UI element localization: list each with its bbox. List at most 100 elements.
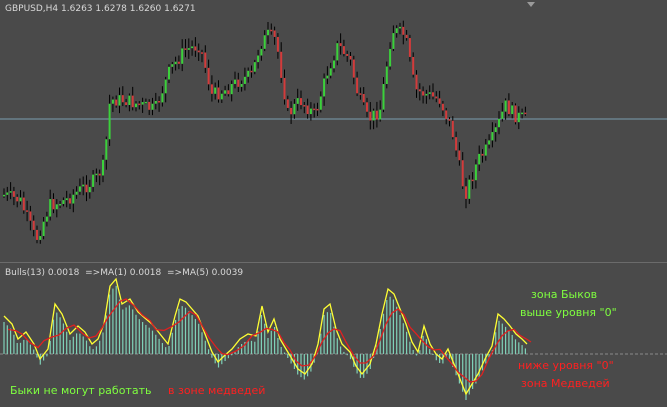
candle-body: [455, 137, 458, 151]
indicator-pane[interactable]: Bulls(13) 0.0018 =>MA(1) 0.0018 =>MA(5) …: [0, 264, 667, 407]
candle-body: [227, 90, 230, 95]
candle-body: [158, 100, 161, 103]
candle-body: [474, 164, 477, 181]
candle-body: [138, 103, 141, 106]
candle-body: [98, 173, 101, 176]
candle-body: [303, 105, 306, 107]
candle-body: [115, 99, 118, 106]
candle-body: [240, 83, 243, 87]
candle-body: [247, 70, 250, 77]
shift-marker-icon[interactable]: [0, 0, 667, 12]
candle-body: [128, 95, 131, 105]
candle-body: [336, 43, 339, 61]
candle-body: [385, 66, 388, 85]
candle-body: [201, 52, 203, 54]
in-bear-zone-label: в зоне медведей: [168, 384, 266, 397]
candle-body: [214, 87, 217, 94]
candle-body: [461, 160, 464, 187]
candle-body: [511, 105, 514, 115]
candle-body: [514, 105, 517, 123]
candle-body: [276, 36, 279, 52]
candle-body: [3, 194, 5, 197]
candle-body: [399, 26, 401, 29]
candle-body: [517, 112, 520, 123]
candle-body: [342, 46, 345, 54]
candle-body: [415, 74, 418, 90]
candle-body: [498, 118, 500, 128]
candle-body: [154, 100, 157, 104]
candle-body: [105, 139, 108, 160]
bull-zone-subtitle: выше уровня "0": [520, 306, 617, 319]
candle-body: [141, 102, 144, 105]
candle-body: [428, 92, 431, 94]
candle-body: [521, 112, 524, 115]
candle-body: [382, 84, 385, 110]
candle-body: [45, 216, 48, 222]
candle-body: [191, 46, 194, 49]
candle-body: [349, 55, 352, 60]
candle-body: [102, 159, 104, 176]
candle-body: [438, 98, 441, 104]
candle-body: [326, 75, 329, 79]
candle-body: [125, 102, 128, 105]
candle-body: [220, 93, 223, 100]
candle-body: [230, 83, 233, 95]
candle-body: [329, 68, 332, 76]
candle-body: [88, 186, 91, 193]
candle-body: [293, 103, 296, 115]
candle-body: [260, 48, 263, 56]
candle-body: [151, 103, 154, 110]
candle-body: [118, 95, 121, 106]
candle-body: [507, 100, 510, 115]
price-chart-pane[interactable]: GBPUSD,H4 1.6263 1.6278 1.6260 1.6271: [0, 0, 667, 263]
ma1-line: [3, 277, 528, 396]
candle-body: [69, 198, 71, 204]
indicator-ma5: =>MA(5) 0.0039: [166, 268, 244, 278]
candle-body: [85, 184, 88, 193]
candle-body: [49, 199, 52, 217]
candle-body: [135, 103, 137, 108]
candle-body: [445, 110, 448, 120]
candle-body: [379, 109, 382, 120]
candle-body: [75, 191, 78, 195]
candle-body: [250, 70, 253, 73]
candle-body: [306, 105, 309, 115]
candle-body: [16, 196, 19, 202]
candle-body: [204, 52, 207, 68]
candle-body: [395, 28, 398, 34]
candle-body: [339, 43, 342, 47]
candle-body: [465, 186, 467, 199]
candle-body: [12, 191, 15, 197]
candle-body: [372, 110, 375, 121]
candle-body: [224, 90, 227, 94]
indicator-title: Bulls(13) 0.0018: [5, 268, 80, 278]
candle-body: [524, 112, 527, 115]
candle-body: [309, 108, 312, 115]
candle-body: [501, 111, 504, 119]
candle-body: [52, 199, 55, 210]
bull-zone-title: зона Быков: [531, 288, 598, 301]
candle-body: [131, 95, 134, 108]
candle-body: [405, 34, 408, 39]
indicator-ma1: =>MA(1) 0.0018: [85, 268, 162, 278]
bear-zone-label: зона Медведей: [521, 377, 610, 390]
candle-body: [72, 194, 75, 204]
candle-body: [184, 48, 187, 50]
candle-body: [359, 93, 362, 95]
candle-body: [6, 192, 9, 195]
candle-body: [366, 102, 368, 112]
candle-body: [425, 93, 428, 96]
candle-body: [448, 119, 451, 121]
ma5-line: [7, 298, 532, 383]
candle-body: [210, 84, 213, 94]
candle-body: [177, 61, 180, 64]
candle-body: [237, 79, 240, 87]
candle-body: [65, 198, 68, 201]
candle-body: [270, 29, 273, 32]
candle-body: [491, 132, 494, 141]
candle-body: [323, 78, 326, 97]
candle-body: [458, 150, 461, 161]
candle-body: [26, 210, 29, 212]
candle-body: [29, 211, 32, 221]
candle-body: [59, 203, 62, 206]
